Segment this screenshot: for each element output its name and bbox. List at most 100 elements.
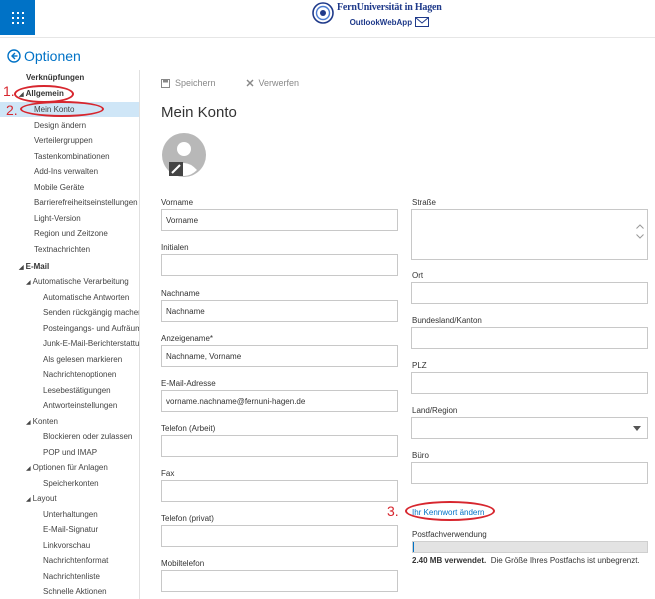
sidebar-item-blockieren[interactable]: Blockieren oder zulassen [0,429,139,444]
annotation-number-3: 3. [387,503,399,519]
sidebar-item-label: E-Mail [25,262,50,271]
avatar[interactable] [161,132,207,178]
app-name: OutlookWebApp [349,17,413,27]
sidebar-item-pop-imap[interactable]: POP und IMAP [0,445,139,460]
email-label: E-Mail-Adresse [161,379,216,388]
mail-icon [415,17,430,27]
country-select[interactable] [411,417,648,439]
sidebar-item-linkvorschau[interactable]: Linkvorschau [0,538,139,553]
sidebar-item-mein-konto[interactable]: Mein Konto [0,102,139,117]
sidebar-item-senden-rueckgaengig[interactable]: Senden rückgängig machen [0,305,139,320]
save-icon [161,78,170,88]
sidebar-item-mobile-geraete[interactable]: Mobile Geräte [0,180,139,195]
display-name-field[interactable]: Nachname, Vorname [161,345,398,367]
quota-used: 2.40 MB verwendet. [412,556,487,565]
quota-label: Postfachverwendung [412,530,487,539]
sidebar-item-verknuepfungen[interactable]: Verknüpfungen [0,70,139,85]
office-label: Büro [412,451,429,460]
sidebar-item-label: Optionen für Anlagen [32,463,108,472]
first-name-field[interactable]: Vorname [161,209,398,231]
initials-label: Initialen [161,243,189,252]
brand: FernUniversität in Hagen OutlookWebApp [312,2,442,34]
city-field[interactable] [411,282,648,304]
initials-field[interactable] [161,254,398,276]
top-bar: FernUniversität in Hagen OutlookWebApp [0,0,655,38]
sidebar-item-label: Konten [32,417,58,426]
street-textarea[interactable] [411,209,648,260]
sidebar-item-light-version[interactable]: Light-Version [0,211,139,226]
office-field[interactable] [411,462,648,484]
last-name-field[interactable]: Nachname [161,300,398,322]
textarea-scrollbar[interactable] [636,224,644,244]
sidebar-item-textnachrichten[interactable]: Textnachrichten [0,242,139,257]
sidebar-item-lesebestaetigungen[interactable]: Lesebestätigungen [0,383,139,398]
change-password-link[interactable]: Ihr Kennwort ändern [412,508,485,517]
edit-pencil-icon [169,162,183,176]
first-name-label: Vorname [161,198,194,207]
state-label: Bundesland/Kanton [412,316,482,325]
sidebar-item-layout[interactable]: ◢ Layout [0,491,139,506]
required-marker: * [209,334,214,343]
quota-progress-fill [413,542,415,552]
sidebar-item-schnelle-aktionen[interactable]: Schnelle Aktionen [0,584,139,599]
save-label: Speichern [175,78,216,88]
app-launcher-icon [11,11,24,24]
sidebar-item-posteingangsregeln[interactable]: Posteingangs- und Aufräumregeln [0,321,139,336]
last-name-label: Nachname [161,289,200,298]
sidebar-item-design-aendern[interactable]: Design ändern [0,118,139,133]
sidebar-item-automatische-verarbeitung[interactable]: ◢ Automatische Verarbeitung [0,274,139,289]
app-launcher-button[interactable] [0,0,35,35]
mobile-phone-field[interactable] [161,570,398,592]
sidebar-item-email[interactable]: ◢ E-Mail [0,259,139,274]
save-button[interactable]: Speichern [161,78,216,88]
sidebar-item-unterhaltungen[interactable]: Unterhaltungen [0,507,139,522]
work-phone-label: Telefon (Arbeit) [161,424,216,433]
fax-field[interactable] [161,480,398,502]
sidebar-item-verteilergruppen[interactable]: Verteilergruppen [0,133,139,148]
sidebar-item-tastenkombinationen[interactable]: Tastenkombinationen [0,149,139,164]
display-name-label: Anzeigename* [161,334,213,343]
expand-icon: ◢ [26,420,31,426]
options-title: Optionen [24,48,81,64]
quota-note: Die Größe Ihres Postfachs ist unbegrenzt… [490,556,640,565]
sidebar-item-nachrichtenformat[interactable]: Nachrichtenformat [0,553,139,568]
discard-icon [246,79,254,87]
work-phone-field[interactable] [161,435,398,457]
zip-field[interactable] [411,372,648,394]
expand-icon: ◢ [19,265,24,271]
sidebar-item-label: Layout [32,494,57,503]
home-phone-field[interactable] [161,525,398,547]
discard-button[interactable]: Verwerfen [246,78,300,88]
dropdown-icon [633,426,641,431]
fax-label: Fax [161,469,175,478]
sidebar-item-barrierefreiheit[interactable]: Barrierefreiheitseinstellungen [0,195,139,210]
sidebar-item-add-ins[interactable]: Add-Ins verwalten [0,164,139,179]
sidebar-item-allgemein[interactable]: ◢ Allgemein [0,86,139,101]
sidebar-item-email-signatur[interactable]: E-Mail-Signatur [0,522,139,537]
street-label: Straße [412,198,437,207]
sidebar-item-speicherkonten[interactable]: Speicherkonten [0,476,139,491]
back-arrow-icon [7,49,21,63]
sidebar-item-nachrichtenoptionen[interactable]: Nachrichtenoptionen [0,367,139,382]
mobile-phone-label: Mobiltelefon [161,559,205,568]
university-logo-icon [312,2,334,24]
sidebar-item-konten[interactable]: ◢ Konten [0,414,139,429]
sidebar-item-als-gelesen[interactable]: Als gelesen markieren [0,352,139,367]
sidebar-item-automatische-antworten[interactable]: Automatische Antworten [0,290,139,305]
quota-progress-bar [412,541,648,553]
email-field[interactable]: vorname.nachname@fernuni-hagen.de [161,390,398,412]
expand-icon: ◢ [26,466,31,472]
home-phone-label: Telefon (privat) [161,514,214,523]
sidebar-item-region-zeitzone[interactable]: Region und Zeitzone [0,226,139,241]
sidebar-item-junk-email[interactable]: Junk-E-Mail-Berichterstattung [0,336,139,351]
state-field[interactable] [411,327,648,349]
expand-icon: ◢ [26,280,31,286]
sidebar-item-optionen-anlagen[interactable]: ◢ Optionen für Anlagen [0,460,139,475]
scroll-down-icon [636,234,644,239]
zip-label: PLZ [412,361,427,370]
discard-label: Verwerfen [258,78,300,88]
sidebar-item-antworteinstellungen[interactable]: Antworteinstellungen [0,398,139,413]
scroll-up-icon [636,224,644,229]
options-back-link[interactable]: Optionen [7,48,81,64]
sidebar-item-nachrichtenliste[interactable]: Nachrichtenliste [0,569,139,584]
